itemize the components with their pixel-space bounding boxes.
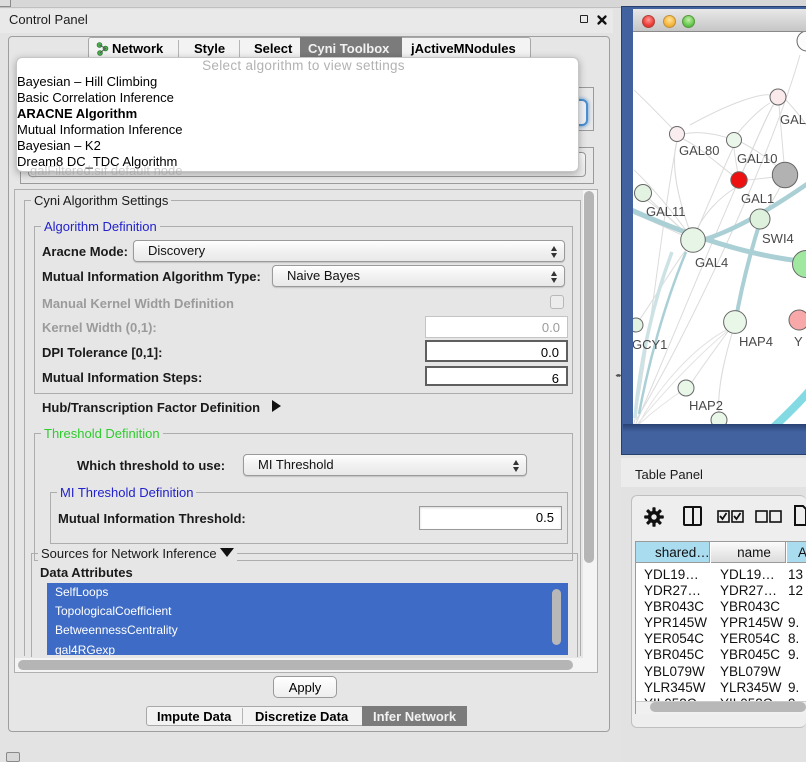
svg-text:GAL80: GAL80 bbox=[679, 143, 719, 158]
svg-text:SWI4: SWI4 bbox=[762, 231, 794, 246]
svg-text:GAL1: GAL1 bbox=[741, 191, 774, 206]
svg-text:GAL4: GAL4 bbox=[695, 255, 728, 270]
svg-text:Y: Y bbox=[794, 334, 803, 349]
svg-text:HAP4: HAP4 bbox=[739, 334, 773, 349]
svg-text:GAL11: GAL11 bbox=[646, 204, 686, 219]
svg-text:GAL10: GAL10 bbox=[737, 151, 777, 166]
svg-text:GCY1: GCY1 bbox=[633, 337, 667, 352]
svg-text:GAL7: GAL7 bbox=[780, 112, 806, 127]
svg-text:HAP2: HAP2 bbox=[689, 398, 723, 413]
